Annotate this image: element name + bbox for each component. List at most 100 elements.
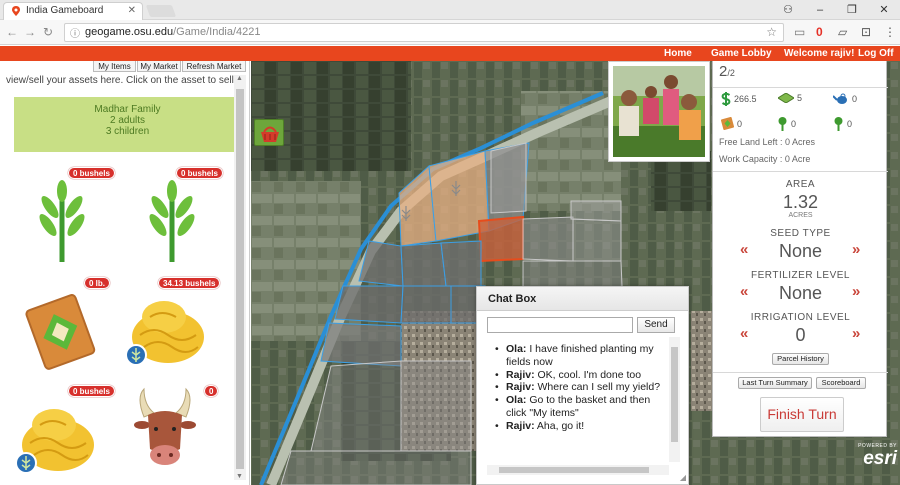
work-capacity-text: Work Capacity : 0 Acre [719,154,811,164]
reload-icon[interactable]: ↻ [43,25,53,39]
chat-send-button[interactable]: Send [637,317,675,333]
chat-horizontal-scrollbar[interactable] [487,465,669,475]
asset-wheat-1[interactable]: 0 bushels [16,167,116,273]
turn-total: /2 [727,68,735,78]
new-tab-button[interactable] [145,5,177,17]
tab-refresh-market[interactable]: Refresh Market [182,61,246,72]
asset-grain-pile-1[interactable]: 34.13 bushels [122,277,222,383]
area-unit: ACRES [788,212,813,219]
scroll-down-icon[interactable]: ▼ [236,473,243,480]
crop-icon [778,117,787,131]
chat-text: I have finished planting my fields now [506,343,654,368]
nav-logoff[interactable]: Log Off [858,46,894,61]
info-icon[interactable]: ⓘ [70,26,80,43]
scrollbar-thumb[interactable] [236,89,244,469]
divider [713,372,888,373]
scroll-up-icon[interactable]: ▲ [236,75,243,82]
asset-badge: 0 bushels [68,385,115,397]
dollar-icon [721,92,731,106]
parcel-history-button[interactable]: Parcel History [772,353,829,365]
chat-vertical-scrollbar[interactable] [669,337,680,462]
app-root: India Gameboard ✕ ⚇ – ❐ ✕ ← → ↻ ⓘ geogam… [0,0,900,485]
seed-sack-icon [721,117,734,130]
asset-wheat-2[interactable]: 0 bushels [126,167,226,273]
grain-pile-icon [125,301,204,366]
grain-pile-icon [15,409,94,474]
chat-text: Where can I sell my yield? [534,381,661,394]
extension-badge[interactable]: 0 [816,24,823,40]
minimize-icon[interactable]: – [804,0,836,20]
menu-icon[interactable]: ⋮ [884,24,896,40]
wheat-icon [39,180,85,262]
basket-icon [261,126,279,142]
nav-home[interactable]: Home [664,46,692,61]
browser-tab[interactable]: India Gameboard ✕ [3,2,143,20]
free-land-text: Free Land Left : 0 Acres [719,137,816,147]
crop-icon [834,117,843,131]
site-nav: Home Game Lobby Welcome rajiv! Log Off [0,46,900,61]
chat-box: Chat Box Send Ola: I have finished plant… [476,286,689,485]
chat-user: Rajiv: [506,368,535,381]
family-children: 3 children [105,126,150,137]
fertilizer-value: None [778,283,823,303]
back-icon[interactable]: ← [6,25,18,39]
divider [713,87,888,88]
fertilizer-next-button[interactable]: » [852,283,860,300]
close-window-icon[interactable]: ✕ [868,0,900,20]
chat-message: Rajiv: Where can I sell my yield? [487,381,667,394]
irrigation-label: IRRIGATION LEVEL [750,312,851,323]
cast-icon[interactable]: ▱ [838,24,847,40]
tab-my-items[interactable]: My Items [93,61,136,72]
nav-game-lobby[interactable]: Game Lobby [711,46,772,61]
scrollbar-thumb[interactable] [499,467,649,473]
url-path: /Game/India/4221 [173,26,261,38]
turn-counter: 2/2 [719,63,735,80]
restore-icon[interactable]: ❐ [836,0,868,20]
land-value: 5 [797,93,803,103]
area-label: AREA [785,179,816,190]
scoreboard-button[interactable]: Scoreboard [816,377,866,389]
assets-scrollbar[interactable]: ▲ ▼ [234,75,246,480]
irrigation-next-button[interactable]: » [852,325,860,342]
area-value: 1.32 [782,192,819,212]
cast-screen-icon[interactable]: ⊡ [861,24,871,40]
market-basket-button[interactable] [254,119,284,146]
asset-badge: 0 bushels [176,167,223,179]
assets-panel: My Items My Market Refresh Market view/s… [0,61,250,485]
crop-b-value: 0 [847,119,853,129]
asset-ox[interactable]: 0 [130,385,230,485]
seed-type-label: SEED TYPE [770,228,831,239]
chat-message: Ola: I have finished planting my fields … [487,343,667,369]
resize-grip-icon[interactable]: ◢ [680,473,686,482]
profile-icon[interactable]: ⚇ [772,0,804,20]
seed-type-value: None [778,241,823,261]
asset-badge: 34.13 bushels [158,277,221,289]
last-turn-summary-button[interactable]: Last Turn Summary [738,377,812,389]
chat-user: Rajiv: [506,419,535,432]
chat-message: Ola: Go to the basket and then click "My… [487,394,667,420]
seed-next-button[interactable]: » [852,241,860,258]
money-stat: 266.5 [721,92,757,106]
family-name: Madhar Family [94,104,161,115]
page-icon[interactable]: ▭ [794,24,805,40]
address-bar[interactable]: ⓘ geogame.osu.edu/Game/India/4221 ☆ [64,23,784,42]
finish-turn-button[interactable]: Finish Turn [760,397,844,432]
parcel-panel: 2/2 266.5 5 0 0 0 0 Free Land Left : 0 A… [712,61,888,437]
water-stat: 0 [833,93,857,105]
forward-icon[interactable]: → [24,25,36,39]
asset-badge: 0 bushels [68,167,115,179]
asset-seed-sack[interactable]: 0 lb. [16,277,116,383]
asset-badge: 0 [204,385,219,397]
window-controls: ⚇ – ❐ ✕ [772,0,900,20]
chat-text: Aha, go it! [534,419,585,432]
chat-message: Rajiv: OK, cool. I'm done too [487,369,667,382]
browser-tabbar: India Gameboard ✕ ⚇ – ❐ ✕ [0,0,900,20]
bookmark-star-icon[interactable]: ☆ [766,24,777,41]
chat-input[interactable] [487,317,633,333]
scrollbar-thumb[interactable] [671,347,678,442]
tab-my-market[interactable]: My Market [137,61,181,72]
asset-grain-pile-2[interactable]: 0 bushels [12,385,115,485]
close-tab-icon[interactable]: ✕ [128,3,136,19]
seed-stat: 0 [721,117,742,130]
water-value: 0 [852,94,858,104]
